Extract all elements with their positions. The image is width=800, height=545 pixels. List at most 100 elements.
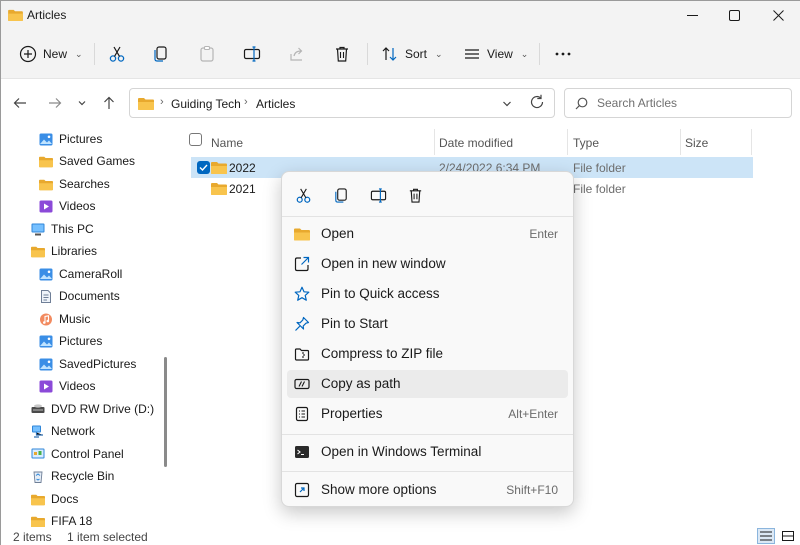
menu-item-pin-to-quick-access[interactable]: Pin to Quick access [287,280,568,308]
search-input[interactable] [597,95,783,111]
folder-icon [39,156,53,167]
sidebar-item-control-panel[interactable]: Control Panel [31,444,124,464]
context-cut-button[interactable] [292,184,314,206]
context-rename-button[interactable] [367,184,389,206]
pictures-icon [39,133,53,145]
dvd-drive-icon [31,403,45,413]
menu-item-label: Open in Windows Terminal [321,444,482,459]
new-button[interactable]: New ⌄ [19,41,83,67]
sidebar-item-saved-games[interactable]: Saved Games [39,151,135,171]
recent-locations-button[interactable] [72,93,92,113]
sidebar-scrollbar[interactable] [164,357,167,467]
column-divider[interactable] [567,129,568,155]
menu-item-properties[interactable]: Properties Alt+Enter [287,400,568,428]
share-button[interactable] [288,41,306,67]
back-button[interactable] [10,93,30,113]
column-header-name[interactable]: Name [211,131,243,155]
search-icon [575,97,588,110]
context-delete-button[interactable] [404,184,426,206]
sidebar-item-libraries[interactable]: Libraries [31,241,97,261]
column-divider[interactable] [434,129,435,155]
see-more-button[interactable] [554,41,572,67]
column-header-size[interactable]: Size [685,131,708,155]
address-row: › Guiding Tech › Articles [1,79,800,125]
breadcrumb-articles[interactable]: Articles [256,97,295,111]
details-view-button[interactable] [757,528,775,544]
column-divider[interactable] [680,129,681,155]
file-type: File folder [573,182,626,196]
context-copy-button[interactable] [330,184,352,206]
sidebar-item-pictures-library[interactable]: Pictures [39,331,102,351]
column-divider[interactable] [751,129,752,155]
menu-item-compress-to-zip[interactable]: Compress to ZIP file [287,340,568,368]
menu-item-open-in-windows-terminal[interactable]: Open in Windows Terminal [287,438,568,466]
folder-icon [31,246,45,257]
sidebar-item-label: Libraries [51,244,98,258]
forward-button[interactable] [45,93,65,113]
sidebar-item-this-pc[interactable]: This PC [31,219,94,239]
menu-item-copy-as-path[interactable]: Copy as path [287,370,568,398]
folder-icon [211,183,227,195]
sidebar-item-label: Saved Games [59,154,136,168]
zip-icon [294,348,310,361]
menu-item-pin-to-start[interactable]: Pin to Start [287,310,568,338]
minimize-button[interactable] [669,1,715,29]
sidebar-item-network[interactable]: Network [31,421,95,441]
breadcrumb-guiding-tech[interactable]: Guiding Tech [171,97,241,111]
search-box[interactable] [564,88,792,118]
arrow-up-icon [104,96,114,109]
copy-icon [154,46,167,62]
divider [282,471,573,472]
refresh-icon[interactable] [528,93,546,111]
menu-item-show-more-options[interactable]: Show more options Shift+F10 [287,476,568,504]
divider [367,43,368,65]
sidebar-item-videos[interactable]: Videos [39,196,95,216]
folder-icon [39,179,53,190]
menu-item-label: Copy as path [321,376,401,391]
sidebar-item-videos-library[interactable]: Videos [39,376,95,396]
up-button[interactable] [99,93,119,113]
cut-button[interactable] [108,41,126,67]
view-button[interactable]: View ⌄ [463,41,528,67]
sidebar-item-savedpictures[interactable]: SavedPictures [39,354,136,374]
close-button[interactable] [755,1,800,29]
sidebar-item-searches[interactable]: Searches [39,174,110,194]
arrow-right-icon [49,98,62,108]
column-header-label: Name [211,136,244,150]
sidebar-item-docs[interactable]: Docs [31,489,78,509]
tiles-view-icon [782,531,794,541]
delete-button[interactable] [333,41,351,67]
copy-button[interactable] [152,41,170,67]
selection-count: 1 item selected [67,530,148,544]
sidebar-item-label: Music [59,312,91,326]
sidebar-item-documents[interactable]: Documents [39,286,120,306]
sort-button[interactable]: Sort ⌄ [381,41,443,67]
tiles-view-button[interactable] [779,528,797,544]
select-all-checkbox[interactable] [189,133,202,146]
menu-item-label: Compress to ZIP file [321,346,444,361]
address-bar[interactable]: › Guiding Tech › Articles [129,88,555,118]
paste-button[interactable] [198,41,216,67]
column-header-date-modified[interactable]: Date modified [439,131,513,155]
sidebar-item-fifa-18[interactable]: FIFA 18 [31,511,92,527]
maximize-button[interactable] [711,1,757,29]
menu-item-open[interactable]: Open Enter [287,220,568,248]
more-icon [555,52,571,56]
column-header-type[interactable]: Type [573,131,599,155]
sidebar-item-pictures[interactable]: Pictures [39,129,102,149]
plus-circle-icon [19,45,37,63]
sidebar-item-label: Control Panel [51,447,124,461]
sidebar-item-cameraroll[interactable]: CameraRoll [39,264,122,284]
sidebar-item-label: SavedPictures [59,357,137,371]
status-bar: 2 items 1 item selected [1,527,800,545]
sidebar-item-music[interactable]: Music [39,309,90,329]
sidebar-item-dvd-drive[interactable]: DVD RW Drive (D:) [31,399,154,419]
chevron-down-icon[interactable] [500,97,514,111]
rename-button[interactable] [243,41,261,67]
sidebar-item-label: Documents [59,289,120,303]
menu-item-open-in-new-window[interactable]: Open in new window [287,250,568,278]
rename-icon [370,187,386,203]
sidebar-item-recycle-bin[interactable]: Recycle Bin [31,466,114,486]
command-bar: New ⌄ Sort ⌄ View ⌄ [1,29,800,79]
row-checkbox[interactable] [197,161,210,174]
